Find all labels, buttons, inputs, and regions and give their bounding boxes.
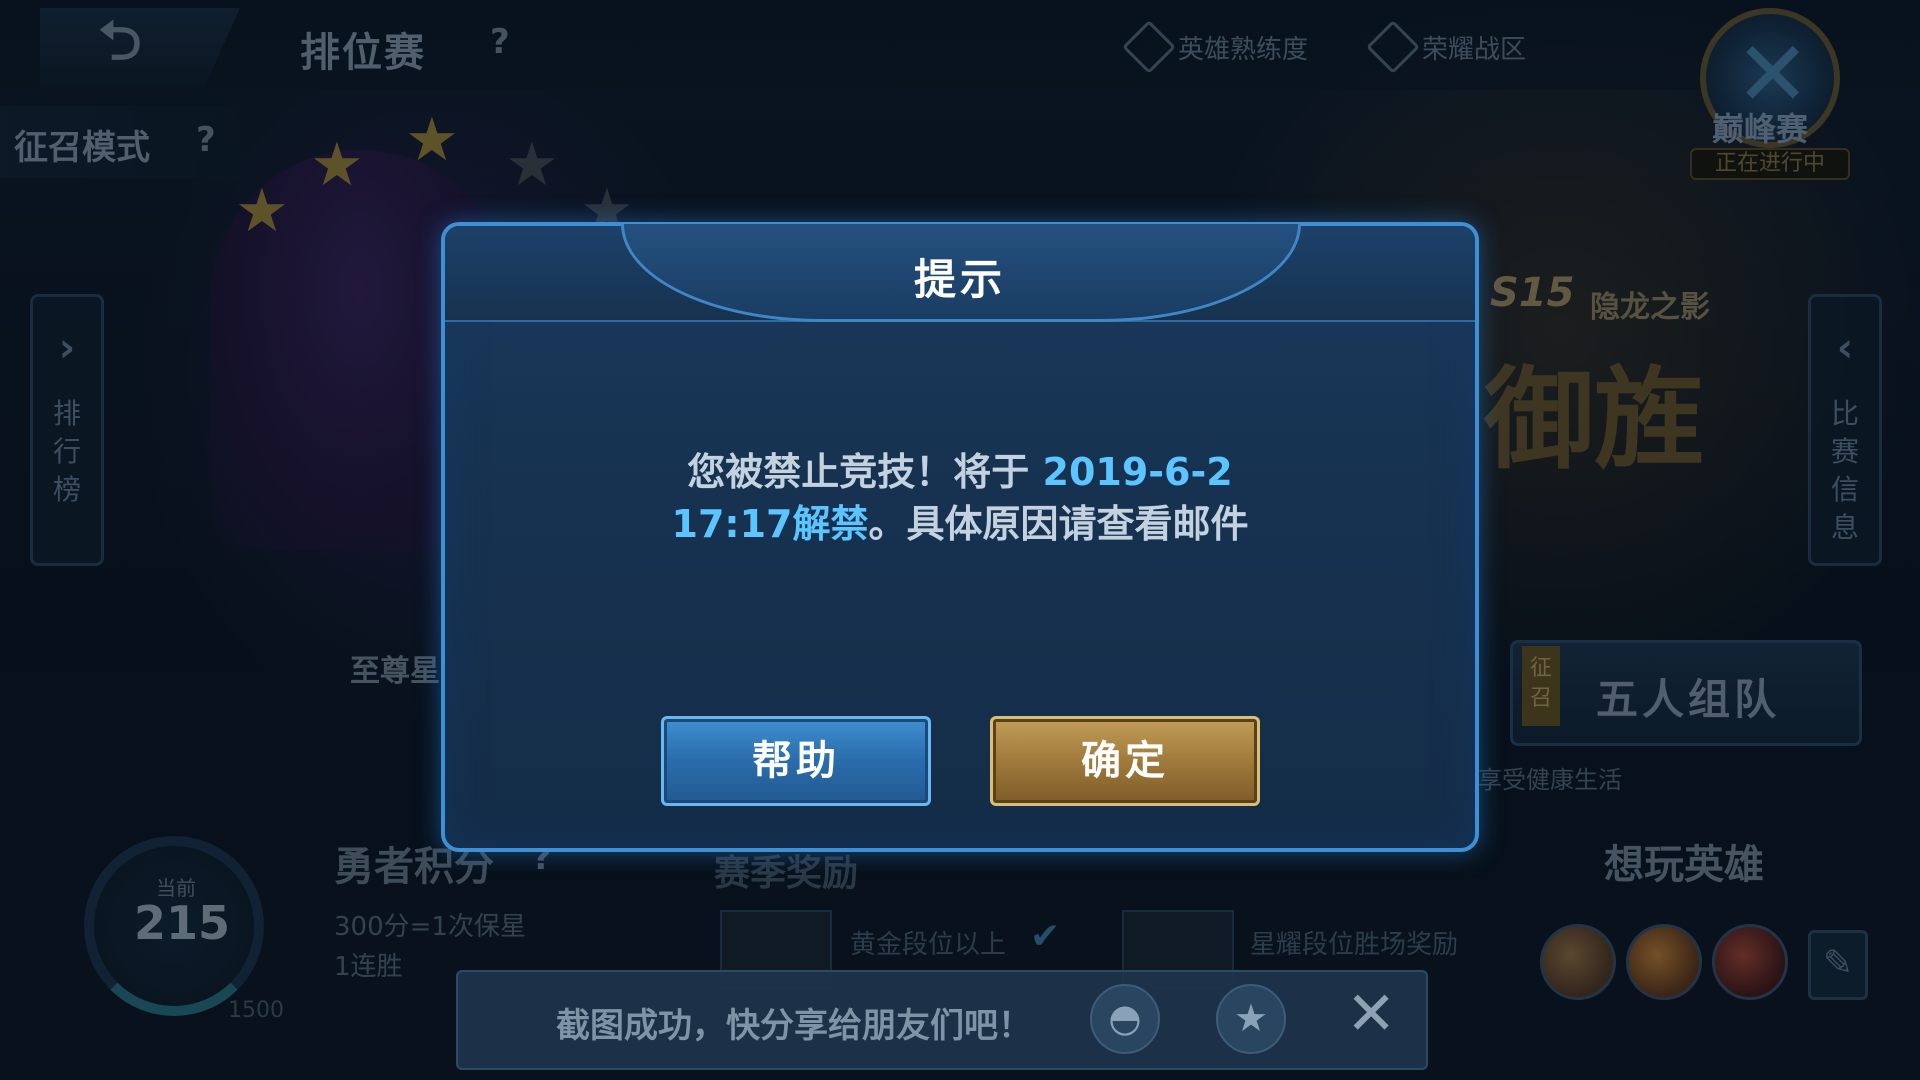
dialog-header: 提示 — [445, 224, 1475, 322]
unban-word: 解禁 — [792, 502, 869, 546]
toast-text: 截图成功，快分享给朋友们吧！ — [556, 1006, 1032, 1046]
qzone-icon[interactable]: ★ — [1216, 984, 1286, 1054]
help-button[interactable]: 帮助 — [661, 716, 931, 806]
confirm-button[interactable]: 确定 — [990, 716, 1260, 806]
close-icon[interactable]: ✕ — [1346, 984, 1396, 1044]
qq-icon[interactable]: ◓ — [1090, 984, 1160, 1054]
ban-notice-dialog: 提示 您被禁止竞技！将于 2019-6-2 17:17解禁。具体原因请查看邮件 … — [441, 222, 1479, 852]
ban-time: 17:17 — [671, 502, 793, 546]
message-prefix: 您被禁止竞技！将于 — [687, 450, 1043, 494]
ban-date: 2019-6-2 — [1042, 450, 1233, 494]
dialog-title: 提示 — [913, 255, 1006, 304]
message-suffix: 。具体原因请查看邮件 — [868, 502, 1249, 546]
dialog-message: 您被禁止竞技！将于 2019-6-2 17:17解禁。具体原因请查看邮件 — [485, 446, 1435, 550]
